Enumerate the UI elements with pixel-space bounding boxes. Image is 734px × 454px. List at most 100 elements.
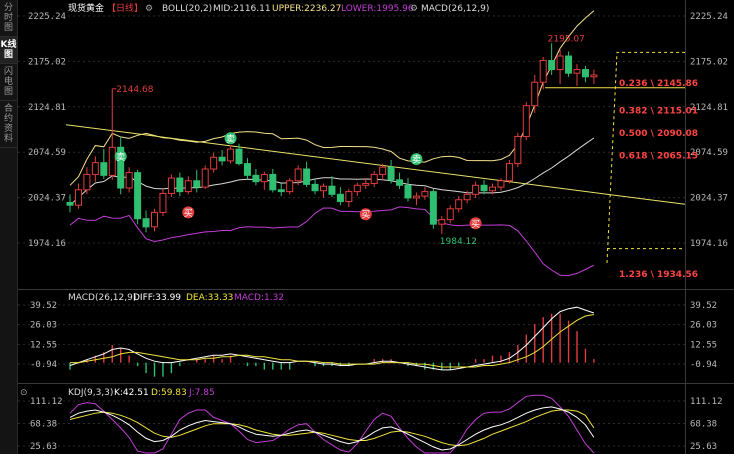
fib-level-label: 1.236 \ 1934.56 (619, 270, 698, 280)
candle-body (590, 74, 598, 78)
candle-body (455, 199, 463, 210)
candle-body (581, 69, 589, 78)
candle-body (235, 148, 243, 165)
candle-body (505, 163, 513, 182)
candle-body (294, 168, 302, 182)
kdj-d-line (69, 409, 595, 447)
gear-icon[interactable]: ⚙ (410, 4, 418, 14)
candle-body (83, 173, 91, 191)
candle-body (243, 163, 251, 176)
candle-body (404, 184, 412, 199)
sell-signal-label: 卖 (116, 152, 125, 163)
candle-body (184, 180, 192, 193)
candle-body (362, 182, 370, 186)
candle-body (91, 162, 99, 175)
macd-tick-left: 39.52 (30, 301, 57, 311)
candle-body (497, 180, 505, 188)
macd-panel: 39.52 39.52 26.03 26.03 12.55 12.55 -0.94 -0.94 (30, 301, 717, 377)
price-tick-right: 2024.37 (690, 194, 728, 204)
candle-body (345, 191, 353, 203)
macd-tick-right: 39.52 (690, 301, 717, 311)
candle-body (379, 166, 387, 175)
period-label[interactable]: 【日线】 (107, 2, 143, 14)
kdj-tick-right: 111.12 (690, 397, 723, 407)
fib-level-label: 0.236 \ 2145.86 (619, 79, 698, 89)
buy-signal-label: 买 (361, 210, 370, 221)
fib-level-label: 0.500 \ 2090.08 (619, 129, 698, 139)
macd-tick-left: -0.94 (30, 360, 57, 370)
price-tick-right: 2175.02 (690, 57, 728, 67)
candle-body (336, 193, 344, 203)
candle-body (227, 148, 235, 162)
macd-dea: DEA:33.33 (186, 293, 233, 303)
macd-tick-left: 12.55 (30, 340, 57, 350)
candle-body (176, 177, 184, 193)
boll-mid: MID:2116.11 (213, 4, 271, 14)
trend-line (65, 124, 686, 205)
candle-body (387, 166, 395, 181)
candle-body (548, 60, 556, 71)
price-tick-left: 2175.02 (28, 57, 66, 67)
boll-label: BOLL(20,2) (162, 4, 212, 14)
price-tick-left: 2074.59 (28, 148, 66, 158)
kdj-panel: 111.12 111.12 68.38 68.38 25.63 25.63 (30, 394, 723, 454)
candle-body (252, 174, 260, 183)
candle-body (463, 193, 471, 201)
kdj-title: KDJ(9,3,3) (68, 388, 113, 398)
macd-tick-left: 26.03 (30, 321, 57, 331)
candle-body (134, 172, 142, 220)
candle-body (565, 55, 573, 74)
candle-body (438, 219, 446, 225)
candle-body (556, 55, 564, 71)
kdj-tick-left: 25.63 (30, 442, 57, 452)
candle-body (446, 208, 454, 221)
candle-body (74, 189, 82, 206)
candle-body (167, 177, 175, 194)
candle-body (396, 179, 404, 186)
candle-body (66, 201, 74, 206)
candle-body (573, 69, 581, 74)
candle-body (514, 135, 522, 165)
settings-icon[interactable]: ⊙ (20, 388, 28, 398)
candle-body (193, 180, 201, 188)
candle-body (108, 146, 116, 176)
candle-body (260, 173, 268, 183)
kdj-tick-left: 111.12 (30, 397, 63, 407)
fib-level-label: 0.382 \ 2115.01 (619, 107, 698, 117)
sell-signal-label: 卖 (412, 155, 421, 166)
lock-icon[interactable]: ⚙ (145, 4, 153, 14)
buy-signal-label: 买 (471, 219, 480, 230)
macd-diff: DIFF:33.99 (133, 293, 181, 303)
high-right-label: 2195.07 (548, 34, 585, 44)
candle-body (151, 211, 158, 228)
candle-body (277, 189, 285, 193)
kdj-d: D:59.83 (151, 388, 187, 398)
candle-body (286, 180, 294, 193)
candle-body (125, 172, 133, 189)
candle-body (539, 60, 547, 83)
kdj-tick-right: 25.63 (690, 442, 717, 452)
candle-body (480, 184, 488, 192)
candle-body (269, 173, 277, 191)
kline-chart[interactable]: 2225.24 2225.242175.02 2175.022124.81 2124.… (0, 0, 734, 454)
fib-level-label: 0.618 \ 2065.15 (619, 152, 698, 162)
candle-body (311, 183, 319, 192)
macd-main-label: MACD(26,12,9) (421, 4, 489, 14)
macd-tick-right: -0.94 (690, 360, 717, 370)
sell-signal-label: 卖 (226, 134, 235, 145)
price-tick-right: 2225.24 (690, 12, 728, 22)
candle-body (489, 186, 496, 192)
candle-body (472, 184, 480, 195)
instrument-name: 现货黄金 (68, 2, 104, 14)
candle-body (210, 156, 218, 170)
candle-body (100, 162, 108, 176)
candle-body (531, 81, 539, 107)
candle-body (412, 195, 420, 199)
macd-value: MACD:1.32 (234, 293, 284, 303)
candle-body (320, 185, 327, 192)
candle-body (328, 185, 336, 195)
candle-body (142, 218, 150, 228)
candle-body (370, 173, 378, 184)
macd-title: MACD(26,12,9) (68, 293, 136, 303)
kdj-k: K:42.51 (114, 388, 149, 398)
